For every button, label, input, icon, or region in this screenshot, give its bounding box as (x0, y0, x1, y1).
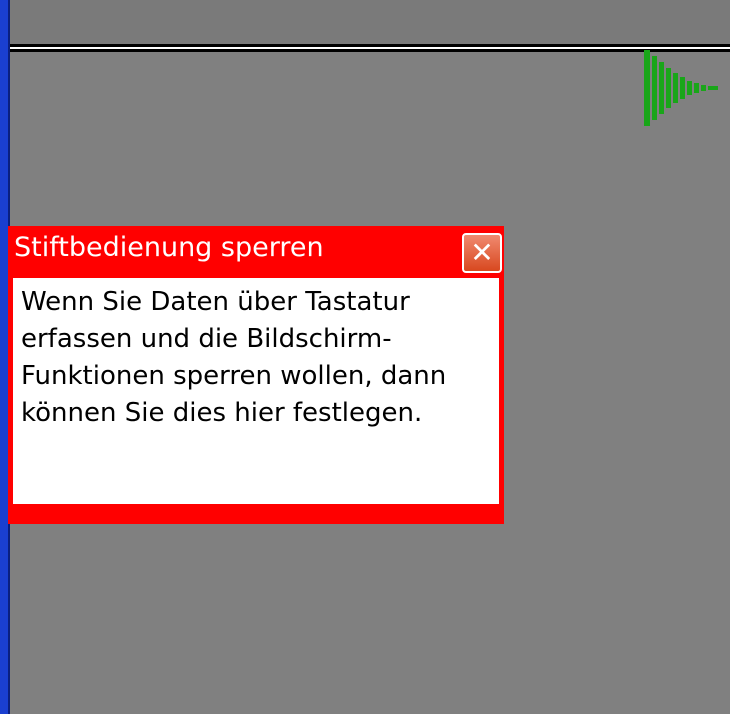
tooltip-message: Wenn Sie Daten über Tastatur erfassen un… (13, 278, 499, 504)
top-divider (10, 44, 730, 52)
info-tooltip: Stiftbedienung sperren ✕ Wenn Sie Daten … (8, 226, 504, 524)
play-arrow-icon[interactable] (642, 50, 722, 126)
tooltip-title: Stiftbedienung sperren (14, 232, 324, 263)
app-screen: Stiftbedienung sperren ✕ Wenn Sie Daten … (0, 0, 730, 714)
top-area (10, 0, 730, 44)
close-icon[interactable]: ✕ (462, 233, 502, 273)
play-arrow-bars (644, 50, 718, 126)
